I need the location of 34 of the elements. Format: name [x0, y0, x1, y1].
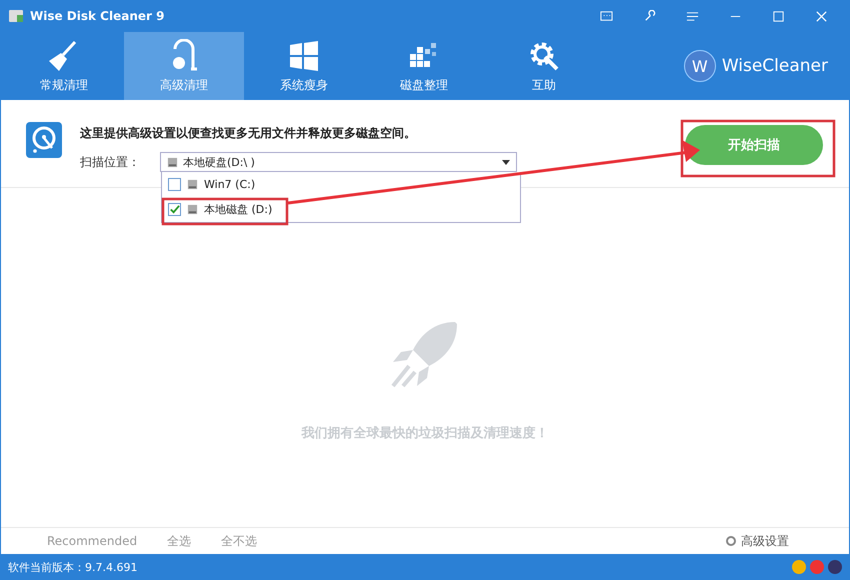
scan-location-label: 扫描位置：: [80, 154, 141, 170]
drive-icon: [187, 204, 198, 215]
nav-tab[interactable]: 常规清理: [4, 32, 124, 100]
settings-icon[interactable]: [725, 535, 737, 547]
drive-dropdown[interactable]: 本地硬盘(D:\ ): [160, 152, 517, 172]
start-scan-button[interactable]: 开始扫描: [685, 125, 823, 165]
drive-option[interactable]: 本地磁盘 (D:): [162, 197, 520, 222]
footer-link[interactable]: 全不选: [221, 532, 258, 550]
footer-link[interactable]: 全选: [167, 532, 192, 550]
brand-name: WiseCleaner: [722, 56, 828, 76]
intro-text: 这里提供高级设置以便查找更多无用文件并释放更多磁盘空间。: [80, 125, 417, 142]
logo-badge: W: [684, 50, 716, 82]
windows-logo-icon: [287, 38, 321, 72]
drive-icon: [167, 156, 178, 168]
feedback-icon[interactable]: [600, 10, 613, 22]
nav-tab[interactable]: 磁盘整理: [364, 32, 484, 100]
menu-icon[interactable]: [686, 10, 699, 22]
dropdown-value: 本地硬盘(D:\ ): [183, 154, 255, 170]
close-icon[interactable]: [815, 10, 828, 22]
nav-tab[interactable]: 互助: [484, 32, 604, 100]
advanced-settings-link[interactable]: 高级设置: [741, 532, 789, 550]
wrench-icon[interactable]: [643, 10, 656, 22]
version-text: 软件当前版本：9.7.4.691: [8, 560, 138, 574]
nav-tab[interactable]: 高级清理: [124, 32, 244, 100]
maximize-icon[interactable]: [772, 10, 785, 22]
drive-icon: [187, 179, 198, 190]
window-title: Wise Disk Cleaner 9: [30, 9, 164, 23]
checkbox[interactable]: [168, 203, 181, 216]
checkbox[interactable]: [168, 178, 181, 191]
footer-link[interactable]: Recommended: [47, 534, 138, 548]
drive-option[interactable]: Win7 (C:): [162, 172, 520, 197]
nav-tab[interactable]: 系统瘦身: [244, 32, 364, 100]
app-icon: [8, 8, 24, 24]
caret-icon: [502, 160, 510, 164]
